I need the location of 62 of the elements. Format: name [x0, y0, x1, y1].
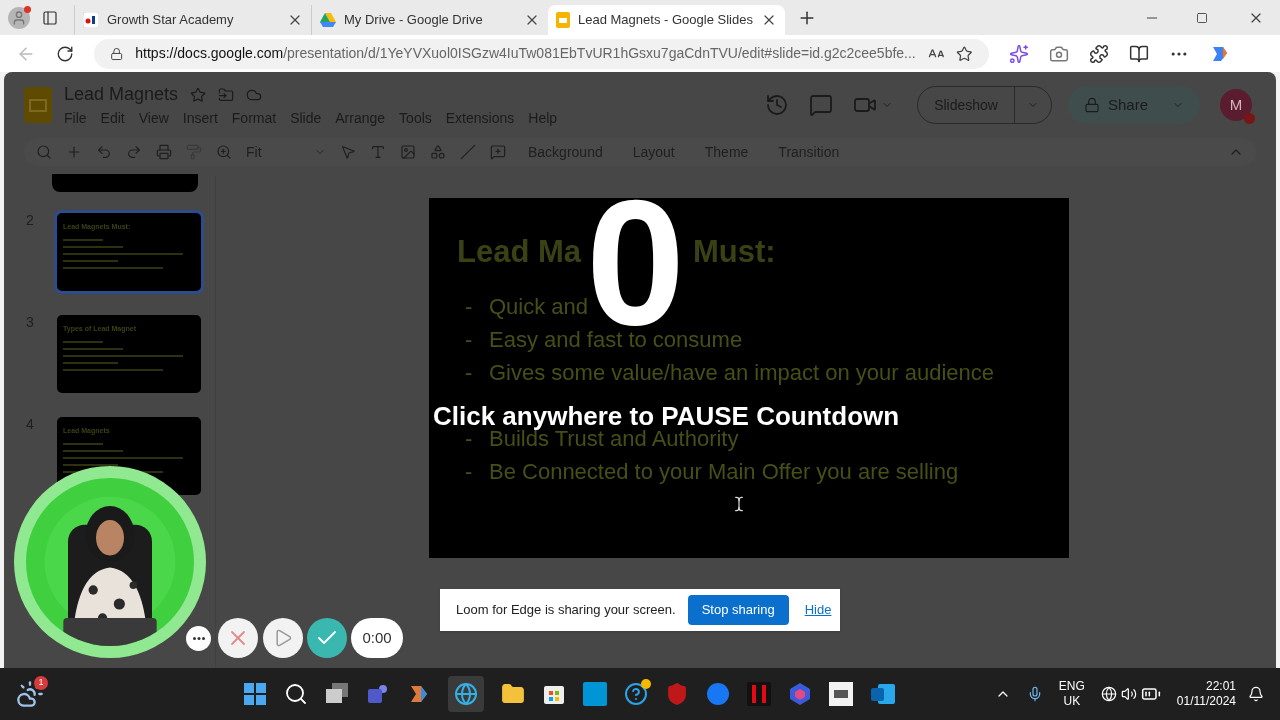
more-icon [192, 637, 205, 640]
slides-logo-icon [556, 11, 570, 28]
url-text: https://docs.google.com/presentation/d/1YeYVXuol0ISGzw4IuTw081EbTvUR1hGsxu7gaCdnTVU/edit#slide=id.g2c2cee5bfe... [135, 44, 916, 63]
windows-logo-icon[interactable] [242, 682, 267, 706]
tile-app-icon[interactable] [746, 682, 771, 706]
browser-tab[interactable]: My Drive - Google Drive [311, 4, 548, 35]
help-icon[interactable] [623, 682, 648, 706]
stop-sharing-button[interactable]: Stop sharing [687, 595, 789, 625]
lock-icon [110, 45, 124, 62]
mail-app-icon[interactable] [869, 682, 896, 706]
clock-time[interactable]: 22:01 [1205, 679, 1236, 694]
favorites-icon[interactable] [1129, 43, 1149, 64]
site-logo-icon [83, 11, 99, 28]
round-app-icon[interactable] [705, 682, 730, 706]
region-indicator[interactable]: UK [1063, 694, 1081, 709]
clock-date[interactable]: 01/11/2024 [1176, 694, 1236, 709]
notifications-icon[interactable] [1248, 686, 1264, 702]
play-icon [273, 628, 293, 648]
profile-icon[interactable] [8, 6, 30, 29]
tab-title: My Drive - Google Drive [344, 10, 484, 29]
avatar[interactable]: M [1220, 89, 1252, 121]
restore-icon[interactable] [1196, 11, 1208, 24]
bullet-marker: - [464, 359, 474, 386]
slide-title: Must: [693, 236, 776, 267]
tab-title: Growth Star Academy [107, 10, 235, 29]
address-field[interactable]: https://docs.google.com/presentation/d/1YeYVXuol0ISGzw4IuTw081EbTvUR1hGsxu7gaCdnTVU/edit#slide=id.g2c2cee5bfe... [94, 38, 989, 69]
volume-icon[interactable] [1120, 686, 1137, 702]
folder-icon[interactable] [500, 682, 525, 706]
bullet-marker: - [464, 326, 474, 353]
bullet-text: Easy and fast to consume [489, 326, 743, 353]
bullet-marker: - [464, 458, 474, 485]
browser-tab[interactable]: Growth Star Academy [74, 4, 311, 35]
lock-icon [1083, 97, 1100, 113]
hide-link[interactable]: Hide [804, 600, 832, 620]
countdown-number[interactable]: 0 [586, 198, 685, 328]
favorite-icon[interactable] [956, 43, 973, 64]
tab-actions-icon[interactable] [42, 9, 58, 26]
people-app-icon[interactable] [365, 682, 390, 706]
search-icon[interactable] [283, 682, 308, 706]
task-view-icon[interactable] [324, 683, 349, 705]
slide-title: Lead Ma [457, 236, 582, 267]
tab-title: Lead Magnets - Google Slides [578, 10, 753, 29]
page-app-icon[interactable] [828, 682, 853, 706]
browser-tab[interactable]: Lead Magnets - Google Slides [548, 4, 785, 35]
bullet-text: Quick and [489, 293, 589, 320]
slide[interactable] [429, 198, 1069, 558]
bullet-text: Be Connected to your Main Offer you are selling [489, 458, 959, 485]
triangle-logo-icon [320, 12, 336, 27]
language-indicator[interactable]: ENG [1058, 679, 1085, 694]
bullet-marker: - [464, 293, 474, 320]
star-icon[interactable] [190, 86, 207, 103]
hexagon-app-icon[interactable] [787, 682, 812, 706]
app-tile-icon[interactable] [582, 682, 607, 706]
extension-icon[interactable] [1009, 43, 1029, 64]
browser-app-icon[interactable] [447, 676, 484, 712]
notification-badge: 1 [34, 676, 48, 690]
reload-icon[interactable] [56, 44, 74, 63]
network-icon[interactable] [1100, 686, 1117, 702]
bullet-text: Gives some value/have an impact on your audience [489, 359, 995, 386]
share-message: Loom for Edge is sharing your screen. [456, 601, 676, 620]
slide-thumbnail[interactable] [52, 174, 198, 192]
extensions-icon[interactable] [1089, 43, 1109, 64]
